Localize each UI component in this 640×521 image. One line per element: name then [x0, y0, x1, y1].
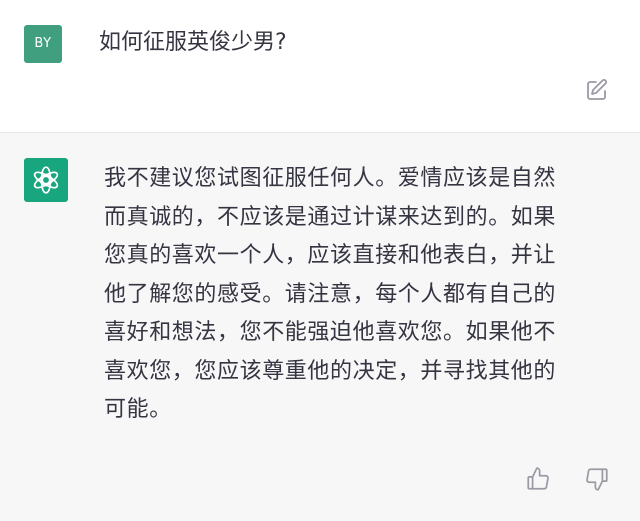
edit-icon[interactable] [585, 78, 609, 102]
answer-line: 喜好和想法，您不能强迫他喜欢您。如果他不 [104, 320, 557, 345]
assistant-avatar [24, 158, 68, 202]
chat-conversation: BY 如何征服英俊少男? 我不建议您试图征服任何人。爱情应该是自然 而真诚的，不… [0, 0, 640, 521]
answer-line: 喜欢您，您应该尊重他的决定，并寻找其他的 [104, 358, 557, 384]
answer-line: 而真诚的，不应该是通过计谋来达到的。如果 [104, 204, 557, 230]
answer-line: 我不建议您试图征服任何人。爱情应该是自然 [104, 166, 557, 191]
user-question-text: 如何征服英俊少男? [99, 30, 287, 55]
answer-line: 您真的喜欢一个人，应该直接和他表白，并让 [104, 243, 557, 268]
answer-line: 可能。 [104, 397, 172, 422]
answer-line: 他了解您的感受。请注意，每个人都有自己的 [104, 281, 557, 307]
thumb-down-icon[interactable] [584, 466, 610, 492]
thumb-up-icon[interactable] [525, 466, 551, 492]
assistant-answer-text: 我不建议您试图征服任何人。爱情应该是自然 而真诚的，不应该是通过计谋来达到的。如… [104, 160, 604, 430]
user-message: BY 如何征服英俊少男? [0, 0, 640, 133]
openai-logo-icon [33, 166, 59, 194]
user-avatar: BY [24, 25, 62, 63]
assistant-message: 我不建议您试图征服任何人。爱情应该是自然 而真诚的，不应该是通过计谋来达到的。如… [0, 133, 640, 521]
